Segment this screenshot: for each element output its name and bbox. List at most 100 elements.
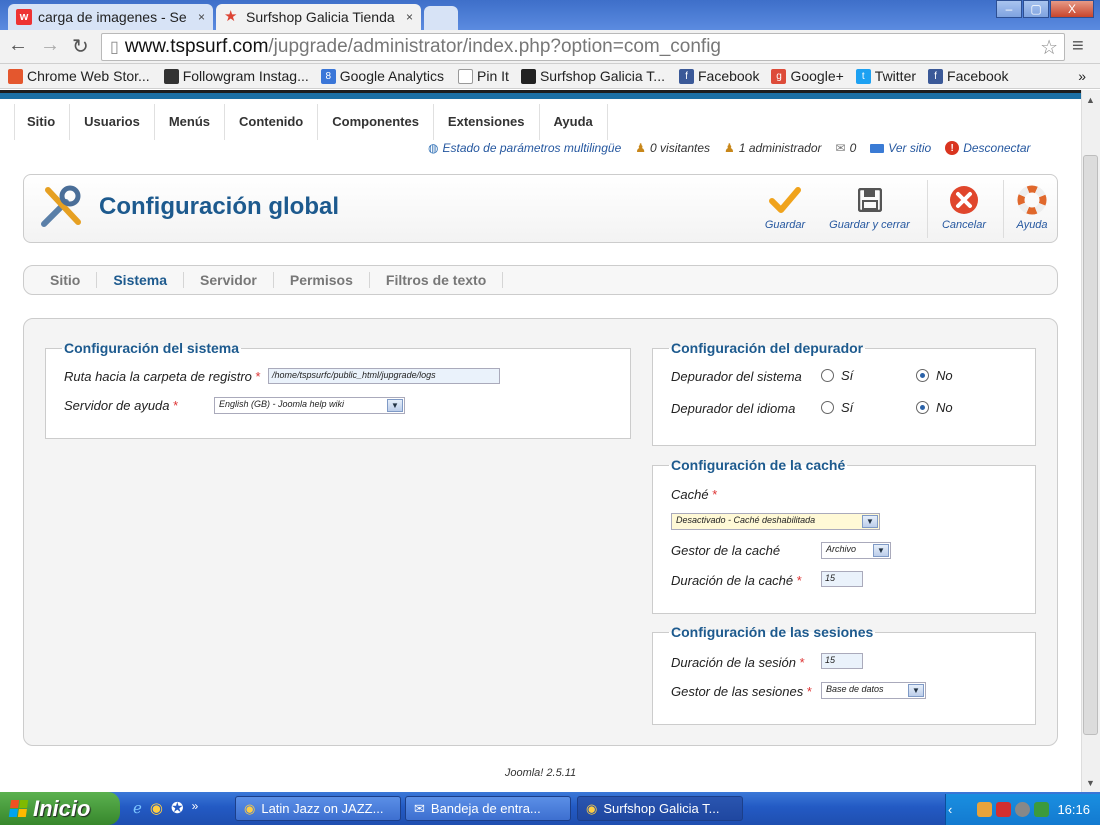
radio-circle xyxy=(821,369,834,382)
menu-item-ayuda[interactable]: Ayuda xyxy=(540,104,608,140)
taskbar-task-active[interactable]: ◉ Surfshop Galicia T... xyxy=(577,796,743,821)
admin-status-bar: ◍ Estado de parámetros multilingüe ♟ 0 vis… xyxy=(428,140,1031,156)
language-debug-yes-radio[interactable]: Sí xyxy=(821,400,853,415)
cache-select[interactable]: Desactivado - Caché deshabilitada ▼ xyxy=(671,513,880,530)
fieldset-legend: Configuración de la caché xyxy=(671,457,846,473)
multilang-status[interactable]: ◍ Estado de parámetros multilingüe xyxy=(428,141,621,155)
back-arrow-icon[interactable]: ← xyxy=(8,34,28,57)
cache-handler-label: Gestor de la caché xyxy=(671,543,781,558)
bookmark-item[interactable]: f Facebook xyxy=(928,68,1009,84)
session-handler-label: Gestor de las sesiones * xyxy=(671,684,812,699)
tab-sitio[interactable]: Sitio xyxy=(34,272,98,288)
mail-icon: ✉ xyxy=(835,141,846,155)
save-button[interactable]: Guardar xyxy=(751,184,819,231)
forward-arrow-icon[interactable]: → xyxy=(40,34,60,57)
scrollbar-thumb[interactable] xyxy=(1083,155,1098,735)
facebook-icon: f xyxy=(678,68,694,84)
quicklaunch-more-chevron[interactable]: » xyxy=(192,799,199,817)
browser-tab-surfshop[interactable]: ★ Surfshop Galicia Tienda × xyxy=(216,4,421,30)
header-stripe xyxy=(0,90,1081,99)
tab-servidor[interactable]: Servidor xyxy=(184,272,274,288)
logout-link[interactable]: ! Desconectar xyxy=(945,141,1031,155)
taskbar-task[interactable]: ✉ Bandeja de entra... xyxy=(405,796,571,821)
scroll-up-arrow-icon[interactable]: ▲ xyxy=(1083,93,1098,107)
cache-label: Caché * xyxy=(671,487,718,502)
session-handler-select[interactable]: Base de datos ▼ xyxy=(821,682,926,699)
bookmark-item[interactable]: Followgram Instag... xyxy=(163,68,309,84)
app-icon[interactable]: ✪ xyxy=(171,799,184,817)
network-icon[interactable] xyxy=(1034,802,1050,817)
tray-app-icon[interactable] xyxy=(1015,802,1031,817)
chevron-down-icon: ▼ xyxy=(862,515,878,528)
bookmark-item[interactable]: Surfshop Galicia T... xyxy=(520,68,665,84)
followgram-icon xyxy=(163,68,179,84)
globe-icon: ◍ xyxy=(428,141,439,155)
menu-item-menus[interactable]: Menús xyxy=(155,104,225,140)
menu-item-contenido[interactable]: Contenido xyxy=(225,104,319,140)
bookmark-item[interactable]: Chrome Web Stor... xyxy=(8,68,150,84)
menu-item-extensiones[interactable]: Extensiones xyxy=(434,104,540,140)
help-button[interactable]: Ayuda xyxy=(998,184,1066,231)
menu-item-usuarios[interactable]: Usuarios xyxy=(70,104,155,140)
analytics-icon: 8 xyxy=(320,68,336,84)
help-server-select[interactable]: English (GB) - Joomla help wiki ▼ xyxy=(214,397,405,414)
chrome-icon: ◉ xyxy=(244,800,256,816)
system-debug-yes-radio[interactable]: Sí xyxy=(821,368,853,383)
taskbar-task[interactable]: ◉ Latin Jazz on JAZZ... xyxy=(235,796,401,821)
close-tab-icon[interactable]: × xyxy=(198,10,205,24)
config-subtabs: Sitio Sistema Servidor Permisos Filtros … xyxy=(23,265,1058,295)
more-bookmarks-chevron[interactable]: » xyxy=(1078,68,1086,84)
menu-item-componentes[interactable]: Componentes xyxy=(318,104,434,140)
log-path-input[interactable]: /home/tspsurfc/public_html/jupgrade/logs xyxy=(268,368,500,384)
chrome-icon[interactable]: ◉ xyxy=(150,799,163,817)
logout-icon: ! xyxy=(945,141,960,155)
config-tools-icon xyxy=(38,184,86,233)
debug-config-fieldset: Configuración del depurador xyxy=(652,340,1036,446)
close-tab-icon[interactable]: × xyxy=(406,10,413,24)
new-tab-button[interactable] xyxy=(424,6,458,30)
menu-item-sitio[interactable]: Sitio xyxy=(14,104,71,140)
tab-sistema[interactable]: Sistema xyxy=(97,272,185,288)
start-button[interactable]: Inicio xyxy=(0,792,120,825)
messages-status[interactable]: ✉ 0 xyxy=(836,141,857,155)
system-debug-no-radio[interactable]: No xyxy=(916,368,953,383)
tray-expand-icon[interactable]: ‹ xyxy=(948,802,952,817)
address-bar[interactable]: ▯ www.tspsurf.com /jupgrade/administrato… xyxy=(101,33,1065,61)
save-and-close-button[interactable]: Guardar y cerrar xyxy=(822,184,917,231)
admin-main-menu: Sitio Usuarios Menús Contenido Component… xyxy=(14,104,608,140)
tab-title: Surfshop Galicia Tienda xyxy=(246,9,395,25)
tray-app-icon[interactable] xyxy=(977,802,993,817)
cache-handler-select[interactable]: Archivo ▼ xyxy=(821,542,891,559)
minimize-button[interactable]: – xyxy=(996,0,1022,18)
reload-icon[interactable]: ↻ xyxy=(72,34,89,59)
log-path-label: Ruta hacia la carpeta de registro * xyxy=(64,369,261,384)
bookmark-item[interactable]: f Facebook xyxy=(678,68,759,84)
session-lifetime-input[interactable]: 15 xyxy=(821,653,863,669)
bookmarks-bar: Chrome Web Stor... Followgram Instag... … xyxy=(0,64,1100,89)
bookmark-star-icon[interactable]: ☆ xyxy=(1040,35,1058,60)
maximize-button[interactable]: ▢ xyxy=(1023,0,1049,18)
cancel-button[interactable]: Cancelar xyxy=(930,184,998,231)
tab-permisos[interactable]: Permisos xyxy=(274,272,370,288)
radio-circle xyxy=(916,369,929,382)
tab-filtros-de-texto[interactable]: Filtros de texto xyxy=(370,272,504,288)
bookmark-item[interactable]: g Google+ xyxy=(771,68,844,84)
bookmark-item[interactable]: 8 Google Analytics xyxy=(320,68,444,84)
floppy-disk-icon xyxy=(857,184,882,216)
ie-icon[interactable]: ℯ xyxy=(133,799,142,817)
bookmark-item[interactable]: t Twitter xyxy=(855,68,916,84)
browser-tab-imagenes[interactable]: w carga de imagenes - Se × xyxy=(8,4,213,30)
view-site-link[interactable]: Ver sitio xyxy=(870,141,931,155)
cache-time-input[interactable]: 15 xyxy=(821,571,863,587)
menu-icon[interactable]: ≡ xyxy=(1072,35,1084,58)
monitor-icon xyxy=(870,143,885,153)
pdf-icon[interactable] xyxy=(996,802,1012,817)
fieldset-legend: Configuración de las sesiones xyxy=(671,624,874,640)
scroll-down-arrow-icon[interactable]: ▼ xyxy=(1083,776,1098,790)
session-lifetime-label: Duración de la sesión * xyxy=(671,655,805,670)
clock[interactable]: 16:16 xyxy=(1057,802,1090,817)
surfshop-icon xyxy=(520,68,536,84)
bookmark-item[interactable]: Pin It xyxy=(458,68,509,84)
language-debug-no-radio[interactable]: No xyxy=(916,400,953,415)
close-window-button[interactable]: X xyxy=(1050,0,1094,18)
